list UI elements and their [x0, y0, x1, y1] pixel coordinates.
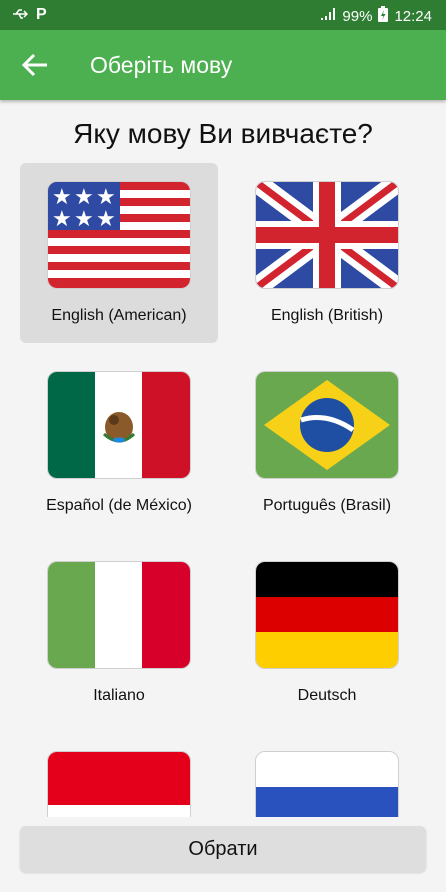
parking-icon: P [36, 6, 47, 23]
language-option-english-american[interactable]: ★ ★ ★ ★ ★ ★ English (American) [20, 163, 218, 343]
question-heading: Яку мову Ви вивчаєте? [73, 118, 373, 149]
language-option-german[interactable]: Deutsch [228, 543, 426, 723]
language-option-indonesian[interactable] [20, 733, 218, 817]
netherlands-flag-icon [255, 751, 399, 817]
language-label: Português (Brasil) [262, 497, 392, 514]
svg-text:★: ★ [96, 207, 116, 232]
language-label: English (British) [270, 307, 384, 324]
language-option-english-british[interactable]: English (British) [228, 163, 426, 343]
clock: 12:24 [394, 7, 432, 25]
battery-percent: 99% [342, 7, 373, 25]
app-bar: Оберіть мову [0, 30, 446, 100]
us-flag-icon: ★ ★ ★ ★ ★ ★ [47, 181, 191, 289]
page-title: Оберіть мову [90, 52, 233, 78]
language-label: Deutsch [297, 687, 357, 704]
back-arrow-icon[interactable] [20, 51, 50, 79]
language-grid: ★ ★ ★ ★ ★ ★ English (American) English (Brit… [0, 163, 446, 817]
uk-flag-icon [255, 181, 399, 289]
indonesia-flag-icon [47, 751, 191, 817]
battery-charging-icon [378, 6, 389, 26]
svg-text:★: ★ [74, 207, 94, 232]
language-option-italian[interactable]: Italiano [20, 543, 218, 723]
language-option-portuguese-brazil[interactable]: Português (Brasil) [228, 353, 426, 533]
brazil-flag-icon [255, 371, 399, 479]
language-label: English (American) [51, 307, 187, 324]
language-option-spanish-mexico[interactable]: Español (de México) [20, 353, 218, 533]
select-button[interactable]: Обрати [20, 826, 426, 872]
germany-flag-icon [255, 561, 399, 669]
language-label: Español (de México) [46, 497, 192, 514]
language-label: Italiano [93, 687, 145, 704]
signal-icon [320, 7, 336, 25]
mexico-flag-icon [47, 371, 191, 479]
status-bar: P 99% 12:24 [0, 0, 446, 30]
language-option-dutch[interactable] [228, 733, 426, 817]
usb-icon [12, 7, 29, 23]
italy-flag-icon [47, 561, 191, 669]
svg-text:★: ★ [52, 207, 72, 232]
